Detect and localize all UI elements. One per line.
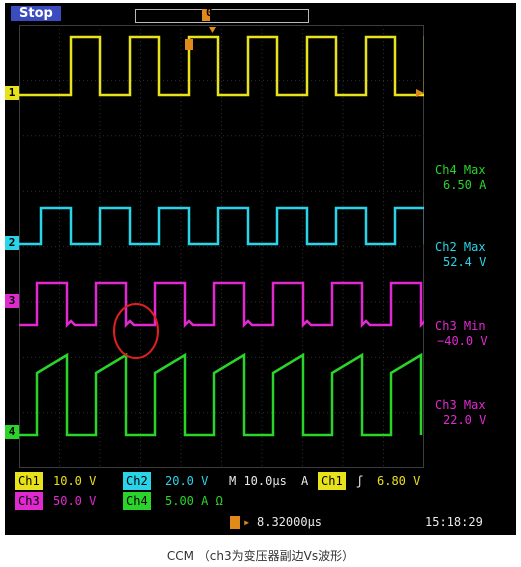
trigger-slope: ʃ [356, 474, 364, 488]
status-row-2: Ch3 50.0 V Ch4 5.00 A Ω [5, 492, 516, 510]
measurement-value: 6.50 A [443, 178, 487, 192]
ch1-ground-marker: 1 [5, 86, 19, 100]
top-status-bar: Stop 0 [5, 3, 516, 24]
measurement-value: 22.0 V [443, 413, 487, 427]
run-state-label: Stop [11, 6, 61, 21]
measurement-label: Ch4 Max [435, 163, 486, 177]
ch3-label: Ch3 [15, 492, 43, 510]
timebase: M 10.0µs [229, 474, 287, 488]
measurement-ch2-max: Ch2 Max 52.4 V [435, 240, 486, 270]
ch2-ground-marker: 2 [5, 236, 19, 250]
figure-caption: CCM （ch3为变压器副边Vs波形） [166, 549, 355, 563]
ch1-scale: 10.0 V [53, 474, 97, 488]
ch2-label: Ch2 [123, 472, 151, 490]
ch4-label: Ch4 [123, 492, 151, 510]
ch4-scale: 5.00 A Ω [165, 494, 223, 508]
clock-time: 15:18:29 [425, 515, 483, 529]
measurement-label: Ch2 Max [435, 240, 486, 254]
horizontal-delay: 8.32000µs [257, 515, 323, 529]
oscilloscope-screen: Stop 0 1 2 3 4 Ch4 Max 6.50 A Ch2 Max 52… [5, 3, 516, 535]
trigger-level-marker [209, 27, 216, 33]
measurement-label: Ch3 Min [435, 319, 486, 333]
trigger-level: 6.80 V [377, 474, 421, 488]
ch3-scale: 50.0 V [53, 494, 97, 508]
trigger-time-marker [185, 39, 193, 50]
measurement-value: −40.0 V [437, 334, 488, 348]
arrow-right-icon: ▸ [243, 515, 251, 529]
measurement-ch3-min: Ch3 Min −40.0 V [435, 319, 488, 349]
ch4-ground-marker: 4 [5, 425, 19, 439]
measurement-ch3-max: Ch3 Max 22.0 V [435, 398, 486, 428]
trigger-position-label: 0 [206, 6, 213, 19]
waveform-display [19, 25, 424, 468]
ch3-ground-marker: 3 [5, 294, 19, 308]
status-row-3: ▸ 8.32000µs 15:18:29 [5, 513, 516, 531]
trigger-source: Ch1 [318, 472, 346, 490]
measurement-value: 52.4 V [443, 255, 487, 269]
measurement-label: Ch3 Max [435, 398, 486, 412]
measurement-ch4-max: Ch4 Max 6.50 A [435, 163, 486, 193]
trigger-mode: A [301, 474, 309, 488]
ch2-scale: 20.0 V [165, 474, 209, 488]
status-row-1: Ch1 10.0 V Ch2 20.0 V M 10.0µs A Ch1 ʃ 6… [5, 472, 516, 490]
ch1-label: Ch1 [15, 472, 43, 490]
highlight-circle [113, 303, 159, 359]
record-length-bar [135, 9, 309, 23]
trigger-icon [230, 516, 240, 529]
ch4-trace [19, 352, 423, 437]
